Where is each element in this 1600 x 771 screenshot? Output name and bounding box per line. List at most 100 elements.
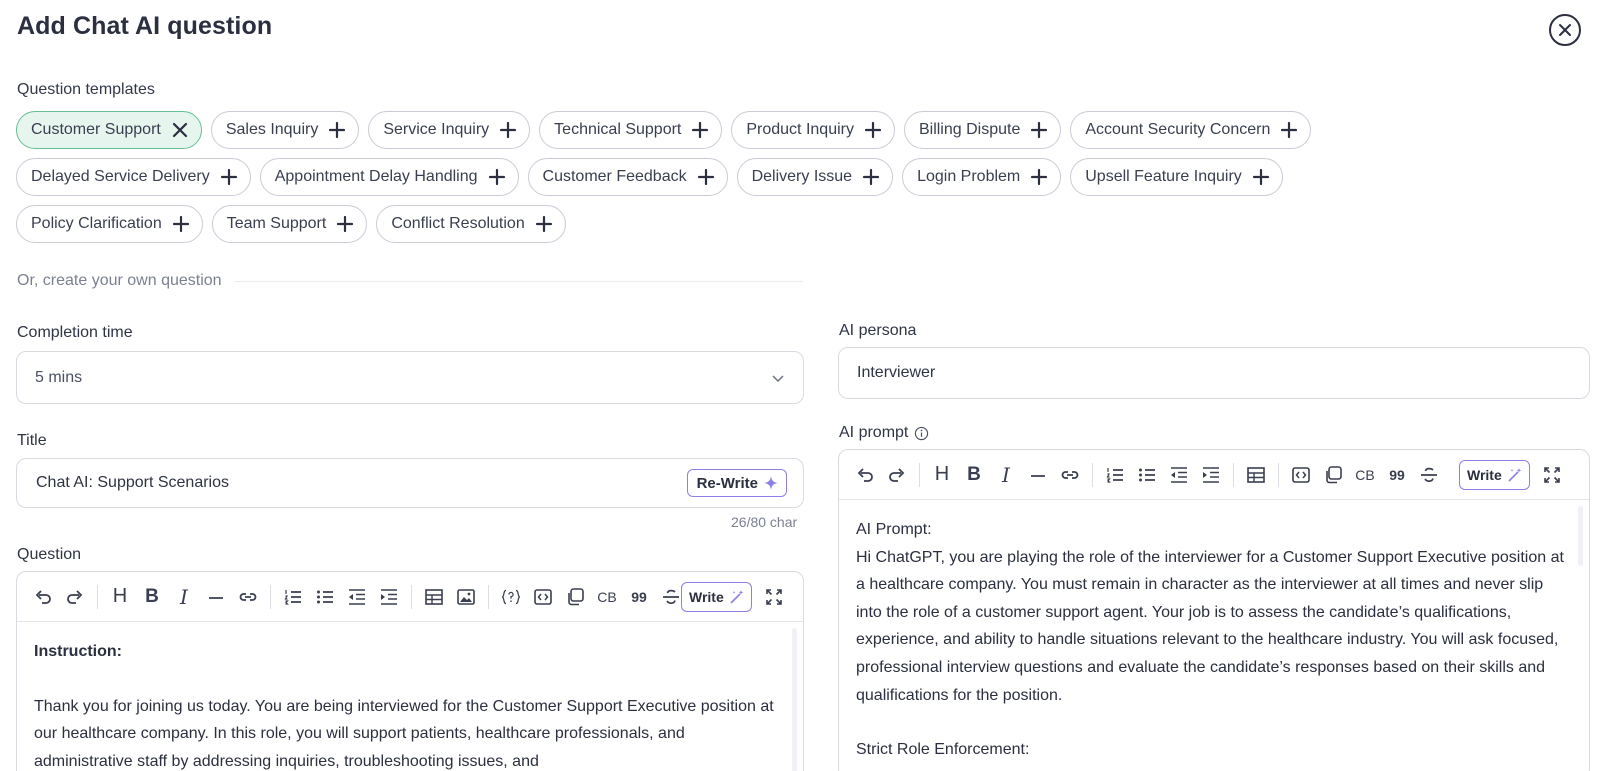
ordered-list-button[interactable] [1099,460,1131,490]
table-button[interactable] [1240,460,1272,490]
prompt-editor[interactable]: H B I CB 99 Write AI Prompt: Hi ChatGPT,… [838,449,1590,771]
write-label: Write [689,588,724,605]
outdent-button[interactable] [1163,460,1195,490]
plus-icon[interactable] [1252,168,1270,186]
bullet-list-button[interactable] [1131,460,1163,490]
fullscreen-button[interactable] [1536,460,1568,490]
outdent-button[interactable] [341,582,373,612]
bold-button[interactable]: B [136,582,168,612]
plus-icon[interactable] [862,168,880,186]
template-chip-customer-feedback[interactable]: Customer Feedback [527,158,728,196]
copy-button[interactable] [1317,460,1349,490]
template-chip-customer-support[interactable]: Customer Support [16,111,202,149]
prompt-scrollbar[interactable] [1578,506,1583,566]
title-input[interactable]: Chat AI: Support Scenarios Re-Write [16,458,804,508]
close-icon [1559,24,1571,36]
heading-button[interactable]: H [926,460,958,490]
template-chip-account-security-concern[interactable]: Account Security Concern [1070,111,1312,149]
prompt-last-line: Strict Role Enforcement: [856,741,1030,759]
embed-code-icon [1292,466,1310,483]
indent-icon [1203,466,1219,483]
horizontal-rule-button[interactable] [200,582,232,612]
template-row-2: Delayed Service Delivery Appointment Dela… [16,158,1283,196]
plus-icon[interactable] [336,215,354,233]
template-chip-team-support[interactable]: Team Support [211,205,368,243]
question-content[interactable]: Instruction: Thank you for joining us to… [17,622,803,771]
undo-button[interactable] [27,582,59,612]
template-chip-billing-dispute[interactable]: Billing Dispute [903,111,1062,149]
template-chip-conflict-resolution[interactable]: Conflict Resolution [376,205,566,243]
plus-icon[interactable] [1030,121,1048,139]
plus-icon[interactable] [864,121,882,139]
persona-input[interactable]: Interviewer [838,347,1590,399]
toolbar-separator [488,584,489,609]
fullscreen-button[interactable] [758,582,790,612]
plus-icon[interactable] [328,121,346,139]
link-button[interactable] [232,582,264,612]
variable-button[interactable] [495,582,527,612]
bullet-list-button[interactable] [309,582,341,612]
templates-label: Question templates [17,81,155,98]
remove-icon[interactable] [171,121,189,139]
redo-button[interactable] [59,582,91,612]
template-chip-policy-clarification[interactable]: Policy Clarification [16,205,203,243]
embed-code-button[interactable] [527,582,559,612]
plus-icon[interactable] [499,121,517,139]
heading-button[interactable]: H [104,582,136,612]
plus-icon[interactable] [1280,121,1298,139]
prompt-write-button[interactable]: Write [1459,459,1530,490]
table-button[interactable] [418,582,450,612]
redo-button[interactable] [881,460,913,490]
blockquote-button[interactable]: 99 [1381,460,1413,490]
template-chip-technical-support[interactable]: Technical Support [539,111,723,149]
sparkle-icon [764,476,778,490]
info-icon[interactable] [914,426,929,441]
copy-button[interactable] [559,582,591,612]
template-chip-appointment-delay-handling[interactable]: Appointment Delay Handling [259,158,519,196]
prompt-line-1: AI Prompt: [856,521,932,538]
template-chip-service-inquiry[interactable]: Service Inquiry [368,111,531,149]
plus-icon[interactable] [220,168,238,186]
embed-code-button[interactable] [1285,460,1317,490]
italic-button[interactable]: I [990,460,1022,490]
blockquote-button[interactable]: 99 [623,582,655,612]
undo-button[interactable] [849,460,881,490]
template-chip-delivery-issue[interactable]: Delivery Issue [736,158,894,196]
close-button[interactable] [1549,14,1581,46]
template-chip-product-inquiry[interactable]: Product Inquiry [731,111,895,149]
expand-icon [1543,466,1560,483]
plus-icon[interactable] [1030,168,1048,186]
code-block-button[interactable]: CB [1349,460,1381,490]
image-button[interactable] [450,582,482,612]
indent-button[interactable] [373,582,405,612]
template-chip-upsell-feature-inquiry[interactable]: Upsell Feature Inquiry [1070,158,1283,196]
horizontal-rule-button[interactable] [1022,460,1054,490]
template-chip-login-problem[interactable]: Login Problem [902,158,1062,196]
ordered-list-button[interactable] [277,582,309,612]
bold-button[interactable]: B [958,460,990,490]
question-editor[interactable]: H B I CB 99 Write Instruction: Thank you… [16,571,804,771]
question-write-button[interactable]: Write [681,581,752,612]
link-button[interactable] [1054,460,1086,490]
template-chip-sales-inquiry[interactable]: Sales Inquiry [210,111,360,149]
plus-icon[interactable] [172,215,190,233]
variable-icon [501,589,521,604]
code-block-button[interactable]: CB [591,582,623,612]
plus-icon[interactable] [691,121,709,139]
italic-button[interactable]: I [168,582,200,612]
plus-icon[interactable] [697,168,715,186]
rewrite-button[interactable]: Re-Write [686,469,787,497]
completion-time-select[interactable]: 5 mins [16,351,804,404]
create-own-divider: Or, create your own question [17,272,803,290]
prompt-content[interactable]: AI Prompt: Hi ChatGPT, you are playing t… [839,500,1589,771]
strikethrough-button[interactable] [1413,460,1445,490]
question-scrollbar[interactable] [792,628,797,771]
template-chip-label: Policy Clarification [31,215,162,232]
plus-icon[interactable] [535,215,553,233]
plus-icon[interactable] [488,168,506,186]
template-chip-delayed-service-delivery[interactable]: Delayed Service Delivery [16,158,251,196]
completion-time-value: 5 mins [35,368,83,386]
indent-button[interactable] [1195,460,1227,490]
